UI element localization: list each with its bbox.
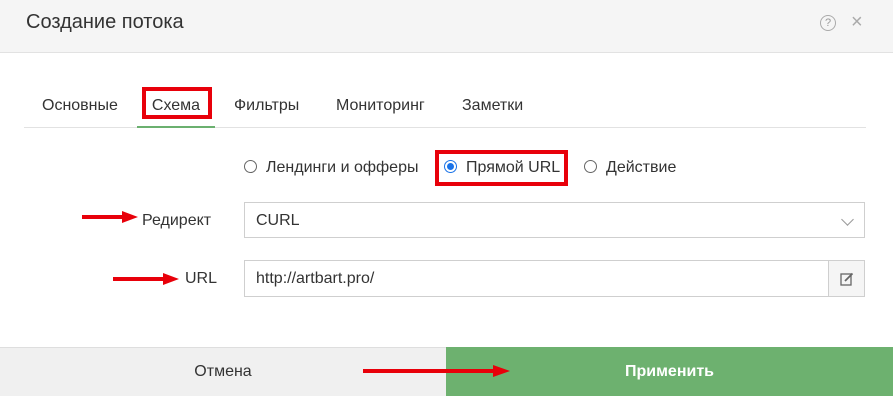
edit-icon bbox=[840, 272, 854, 286]
annotation-box-schema-tab bbox=[142, 87, 212, 119]
redirect-select-value: CURL bbox=[256, 212, 300, 229]
dialog-title: Создание потока bbox=[26, 11, 184, 33]
redirect-label: Редирект bbox=[142, 212, 212, 229]
edit-url-button[interactable] bbox=[828, 260, 865, 297]
radio-action[interactable]: Действие bbox=[584, 156, 676, 180]
radio-label: Лендинги и офферы bbox=[266, 159, 419, 176]
help-icon[interactable]: ? bbox=[820, 15, 836, 31]
arrow-icon bbox=[363, 365, 510, 377]
close-icon[interactable]: × bbox=[851, 12, 863, 32]
tab-main[interactable]: Основные bbox=[42, 86, 118, 126]
tab-notes[interactable]: Заметки bbox=[462, 86, 523, 126]
annotation-box-direct-url bbox=[435, 150, 568, 186]
chevron-down-icon bbox=[841, 213, 854, 226]
redirect-select[interactable]: CURL bbox=[244, 202, 865, 238]
tab-filters[interactable]: Фильтры bbox=[234, 86, 299, 126]
radio-label: Действие bbox=[606, 159, 677, 176]
radio-landings-offers[interactable]: Лендинги и офферы bbox=[244, 156, 418, 180]
dialog-header: Создание потока ? × bbox=[0, 0, 893, 53]
url-input[interactable] bbox=[244, 260, 829, 297]
radio-circle-icon bbox=[584, 160, 597, 173]
apply-button[interactable]: Применить bbox=[446, 347, 893, 396]
arrow-icon bbox=[82, 211, 138, 223]
tab-monitoring[interactable]: Мониторинг bbox=[336, 86, 425, 126]
radio-circle-icon bbox=[244, 160, 257, 173]
arrow-icon bbox=[113, 273, 179, 285]
url-label: URL bbox=[185, 270, 218, 287]
